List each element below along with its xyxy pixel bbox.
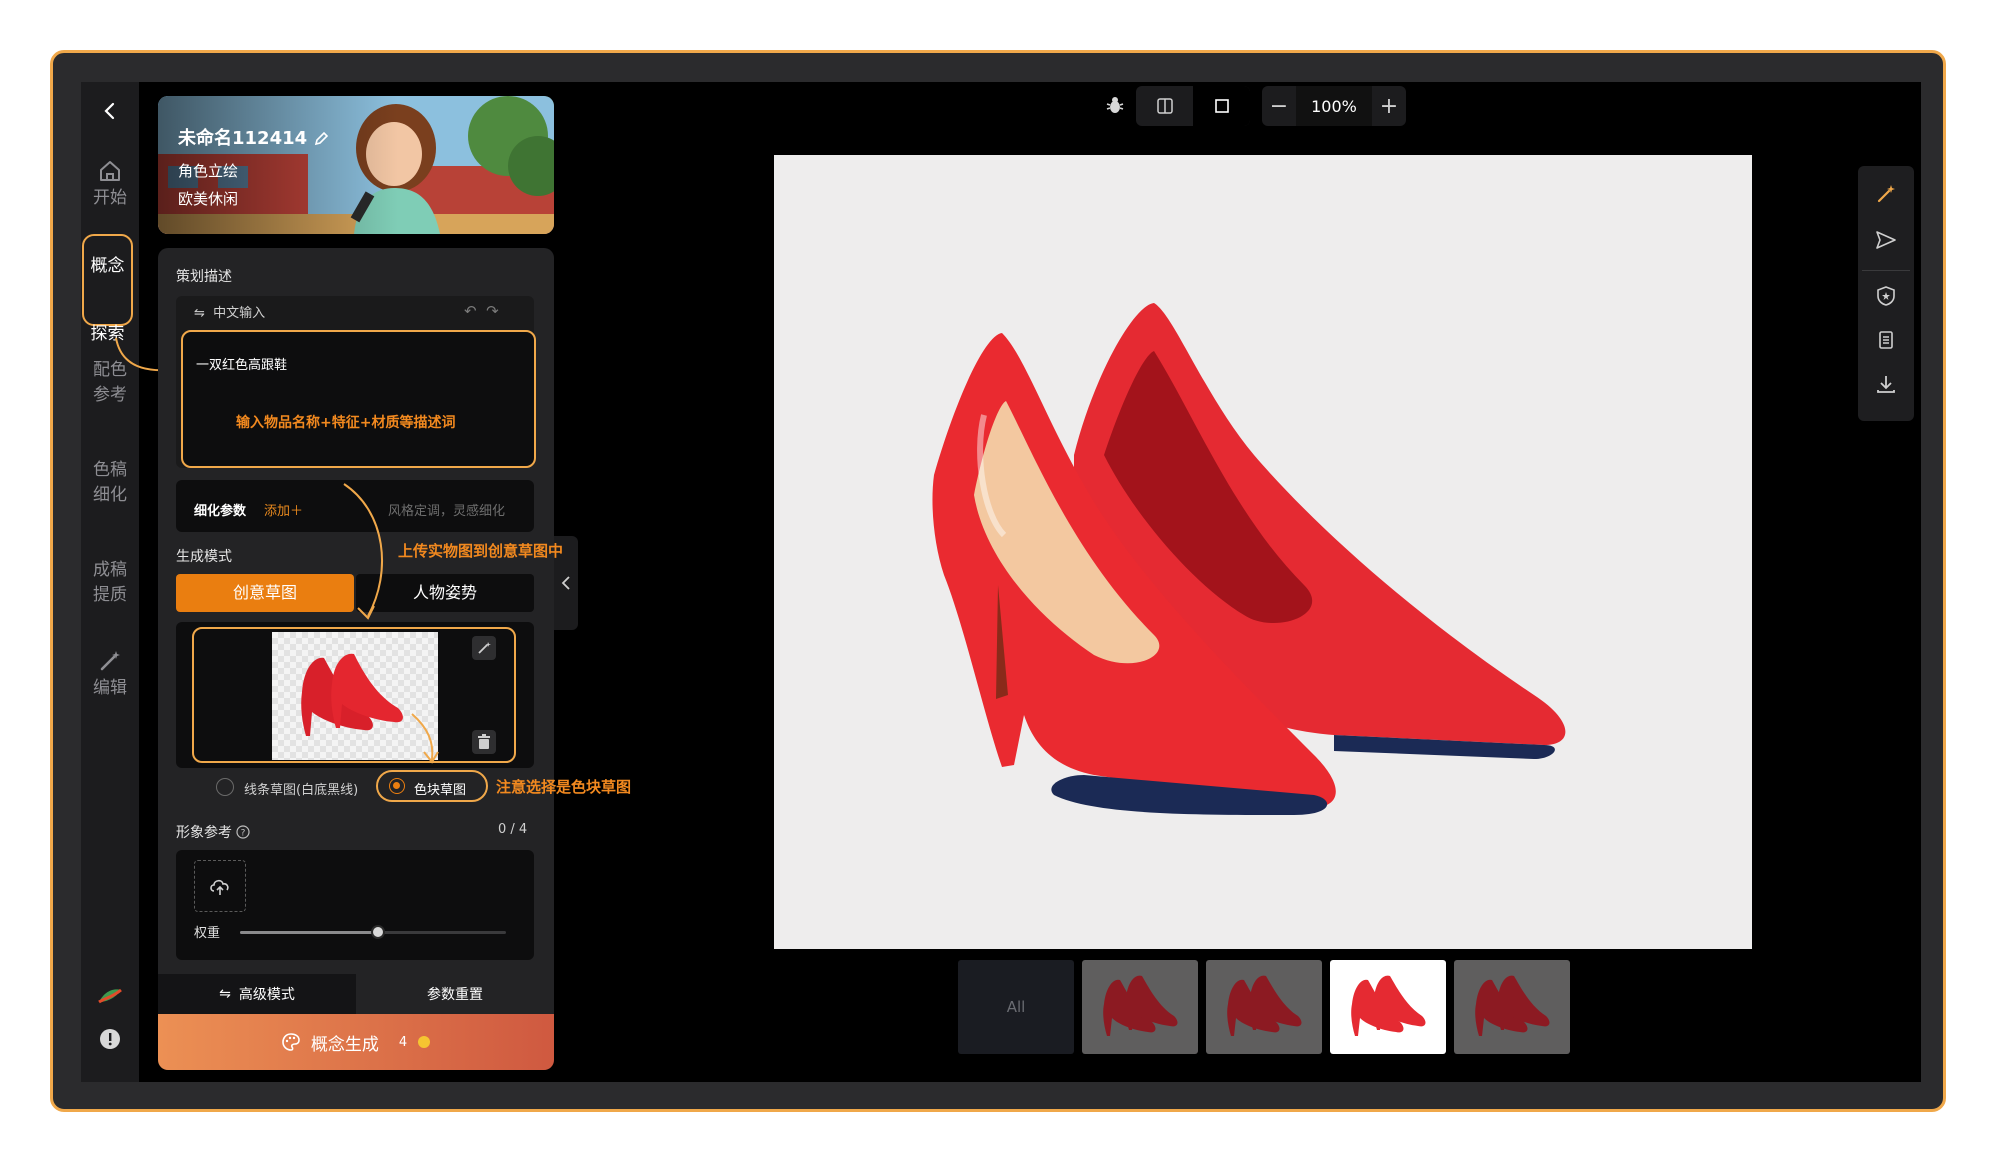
magic-wand-icon [100,651,120,671]
zoom-control: − 100% + [1262,86,1406,126]
coin-icon [418,1036,431,1048]
thumbnail-item[interactable] [1330,960,1446,1054]
input-language-toggle[interactable]: ⇋ 中文输入 [194,302,265,321]
annotation-select: 注意选择是色块草图 [496,778,632,796]
nav-item-label: 成稿 [93,560,127,580]
plus-icon: + [1379,93,1399,119]
magic-wand-icon[interactable] [1874,182,1898,206]
redo-icon[interactable]: ↷ [486,302,499,320]
minus-icon: − [1269,93,1289,119]
undo-redo-group: ↶ ↷ [464,302,499,320]
advanced-mode-button[interactable]: ⇋ 高级模式 [158,974,356,1014]
edit-sketch-button[interactable] [472,636,496,660]
prompt-text: 一双红色高跟鞋 [196,358,288,373]
palette-icon [282,1033,300,1051]
view-mode-toggle [1136,86,1250,126]
magic-wand-icon [478,642,491,654]
trash-icon [478,734,490,749]
nav-item-label: 提质 [93,585,127,605]
edit-pencil-icon[interactable] [313,131,329,147]
right-toolbar [1858,166,1914,421]
refine-add-button[interactable]: 添加＋ [264,500,303,519]
generate-button[interactable]: 概念生成 4 [158,1014,554,1070]
prompt-highlight [181,330,536,468]
info-icon[interactable] [99,1028,121,1054]
undo-icon[interactable]: ↶ [464,302,477,320]
chevron-left-icon [104,102,115,120]
thumbnail-all[interactable]: All [958,960,1074,1054]
delete-sketch-button[interactable] [472,730,496,754]
single-view-button[interactable] [1193,86,1250,126]
shield-star-icon[interactable] [1874,284,1898,308]
nav-item-label: 开始 [93,188,127,208]
option-color-block[interactable]: 色块草图 [414,779,466,798]
home-icon [100,161,120,181]
section-title-description: 策划描述 [176,269,232,285]
project-style: 欧美休闲 [178,190,239,208]
weight-label: 权重 [194,926,221,941]
download-icon[interactable] [1874,372,1898,396]
annotation-arrow [411,713,439,764]
send-icon[interactable] [1874,228,1898,252]
red-heels-thumbnail [1475,975,1550,1036]
nav-item-color-refine[interactable]: 色稿 细化 [81,458,139,508]
weight-slider-fill [240,931,379,934]
zoom-level[interactable]: 100% [1296,86,1372,126]
nav-item-label: 参考 [93,385,127,405]
red-heels-thumbnail [1351,975,1426,1036]
generate-label: 概念生成 [310,1034,379,1055]
nav-item-label: 编辑 [93,678,127,698]
radio-line-sketch[interactable] [216,778,234,796]
split-view-button[interactable] [1136,86,1193,126]
back-button[interactable] [81,100,139,124]
thumbnail-item[interactable] [1206,960,1322,1054]
nav-item-label: 细化 [93,485,127,505]
single-view-icon [1214,99,1229,113]
refine-label: 细化参数 [194,504,247,519]
tab-creative-sketch[interactable]: 创意草图 [176,574,354,612]
debug-icon[interactable] [1104,94,1126,120]
zoom-in-button[interactable]: + [1372,86,1406,126]
thumbnail-item[interactable] [1454,960,1570,1054]
project-type: 角色立绘 [178,162,239,180]
left-nav: 开始 配色 参考 色稿 细化 成稿 提质 编辑 [81,82,139,1082]
help-icon[interactable]: ? [236,825,251,839]
main-canvas[interactable] [774,155,1752,949]
chevron-left-icon [561,576,570,590]
reset-params-button[interactable]: 参数重置 [356,974,554,1014]
nav-item-label: 色稿 [93,460,127,480]
weight-slider[interactable] [240,925,506,939]
cloud-upload-icon [210,879,229,895]
red-heels-image [932,303,1566,815]
documents-icon[interactable] [1874,328,1898,352]
swap-icon: ⇋ [194,306,205,321]
reference-upload-button[interactable] [194,860,246,912]
split-view-icon [1156,98,1173,114]
nav-item-start[interactable]: 开始 [81,158,139,211]
radio-color-block[interactable] [389,778,405,794]
annotation-upload: 上传实物图到创意草图中 [398,542,564,560]
nav-item-final-quality[interactable]: 成稿 提质 [81,558,139,608]
thumbnail-item[interactable] [1082,960,1198,1054]
generate-cost: 4 [398,1034,408,1050]
zoom-out-button[interactable]: − [1262,86,1296,126]
swap-icon: ⇋ [219,986,231,1002]
project-name[interactable]: 未命名112414 [178,124,329,150]
red-heels-thumbnail [1227,975,1302,1036]
nav-item-edit[interactable]: 编辑 [81,648,139,701]
toolbar-divider [1862,270,1910,271]
red-heels-thumbnail [1103,975,1178,1036]
project-card[interactable]: 未命名112414 角色立绘 欧美休闲 [158,96,554,234]
reference-count: 0 / 4 [498,822,528,837]
section-title-reference: 形象参考 ? [176,822,251,842]
brand-logo [97,986,123,1010]
svg-text:?: ? [241,829,246,839]
option-line-sketch[interactable]: 线条草图(白底黑线) [244,779,358,798]
prompt-hint: 输入物品名称+特征+材质等描述词 [236,415,456,431]
nav-item-concept-explore[interactable]: 概念 探索 [82,234,133,344]
annotation-arrow [343,483,384,620]
section-title-mode: 生成模式 [176,549,232,565]
refine-tags: 风格定调，灵感细化 [388,504,506,519]
nav-item-label: 概念 [90,256,125,276]
